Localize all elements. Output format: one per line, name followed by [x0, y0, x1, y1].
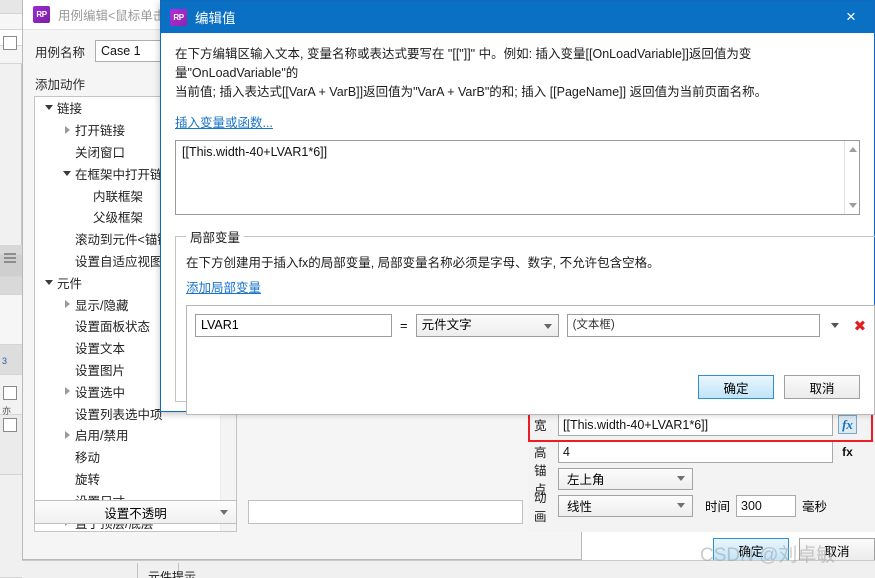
chevron-right-icon[interactable]	[59, 387, 75, 396]
action-tree-item-label: 设置文本	[75, 342, 126, 357]
dialog-description-line-1: 在下方编辑区输入文本, 变量名称或表达式要写在 "[["]]" 中。例如: 插入…	[175, 47, 752, 80]
panel-placeholder-icon	[3, 36, 17, 50]
status-separator	[137, 563, 138, 578]
action-tree-item-label: 关闭窗口	[75, 145, 126, 160]
action-tree-item-label: 设置面板状态	[75, 320, 151, 335]
duration-unit-label: 毫秒	[802, 500, 828, 514]
duration-input[interactable]: 300	[736, 494, 797, 517]
width-row: 宽 [[This.width-40+LVAR1*6]] fx	[528, 412, 875, 437]
bg-seg	[0, 277, 22, 295]
case-editor-ok-button[interactable]: 确定	[713, 538, 789, 562]
action-tree-item-label: 链接	[57, 102, 83, 117]
local-variable-target-input[interactable]: (文本框)	[566, 314, 820, 337]
height-fx-button[interactable]: fx	[838, 442, 857, 461]
bg-glyph: 亦	[2, 406, 12, 416]
animation-label: 动画	[534, 490, 547, 524]
panel-placeholder-icon	[3, 386, 17, 400]
background-app-strip: 3 亦	[0, 0, 22, 578]
action-tree-item[interactable]: 旋转	[35, 468, 236, 490]
bg-seg	[0, 295, 22, 345]
expression-editor[interactable]: [[This.width-40+LVAR1*6]]	[175, 140, 860, 215]
chevron-down-icon	[543, 324, 552, 329]
panel-placeholder-icon	[3, 418, 17, 432]
bg-seg	[0, 14, 22, 30]
chevron-down-icon	[220, 509, 228, 515]
width-fx-button[interactable]: fx	[838, 415, 857, 434]
width-label: 宽	[534, 419, 547, 433]
background-field-1[interactable]	[248, 500, 523, 524]
dialog-cancel-button[interactable]: 取消	[784, 375, 860, 399]
chevron-down-icon[interactable]	[41, 105, 57, 111]
action-tree-item-label: 内联框架	[93, 189, 144, 204]
animation-row: 动画 线性 时间 300 毫秒	[528, 491, 875, 524]
dialog-title: 编辑值	[195, 11, 236, 26]
scroll-down-icon[interactable]	[849, 203, 857, 208]
bg-seg	[0, 0, 22, 14]
chevron-down-icon	[677, 503, 685, 508]
case-editor-cancel-button[interactable]: 取消	[799, 538, 875, 562]
local-variables-legend: 局部变量	[190, 231, 241, 245]
action-tree-item-label: 显示/隐藏	[75, 298, 129, 313]
action-tree-item[interactable]: 启用/禁用	[35, 424, 236, 446]
equals-sign: =	[400, 318, 408, 333]
axure-logo-icon: RP	[33, 6, 50, 23]
chevron-right-icon[interactable]	[59, 430, 75, 439]
anchor-row: 锚点 左上角	[528, 464, 875, 497]
dialog-titlebar: RP 编辑值 ×	[161, 1, 874, 33]
duration-label: 时间	[705, 500, 731, 514]
case-name-label: 用例名称	[35, 45, 86, 60]
screen-root: 3 亦 RP 用例编辑<鼠标单击 时> 用例名称 Case 1 添加动作 链接打…	[0, 0, 875, 578]
action-tree-item[interactable]: 移动	[35, 446, 236, 468]
status-text: 元件提示	[148, 571, 197, 578]
animation-select[interactable]: 线性	[558, 494, 693, 517]
scroll-up-icon[interactable]	[849, 147, 857, 152]
local-variables-description: 在下方创建用于插入fx的局部变量, 局部变量名称必须是字母、数字, 不允许包含空…	[186, 256, 660, 270]
action-tree-item-label: 启用/禁用	[75, 429, 129, 444]
close-icon[interactable]: ×	[828, 1, 874, 33]
action-tree-item-label: 元件	[57, 276, 83, 291]
dialog-footer: 确定 取消	[698, 375, 860, 399]
local-variable-type-select[interactable]: 元件文字	[415, 314, 559, 337]
local-variable-name-input[interactable]: LVAR1	[195, 314, 392, 337]
anchor-select-value: 左上角	[567, 473, 605, 487]
dialog-description-line-2: 当前值; 插入表达式[[VarA + VarB]]返回值为"VarA + Var…	[175, 85, 768, 99]
chevron-down-icon	[677, 476, 685, 481]
local-variable-target-dropdown[interactable]	[828, 323, 842, 328]
set-opacity-combo-value: 设置不透明	[104, 506, 167, 521]
chevron-down-icon[interactable]	[59, 170, 75, 176]
expression-editor-scrollbar[interactable]	[844, 141, 859, 214]
edit-value-dialog: RP 编辑值 × 在下方编辑区输入文本, 变量名称或表达式要写在 "[["]]"…	[160, 0, 875, 415]
dialog-ok-button[interactable]: 确定	[698, 375, 774, 399]
action-tree-item-label: 设置图片	[75, 363, 126, 378]
local-variable-row: LVAR1 = 元件文字 (文本框) ✖	[195, 314, 866, 337]
size-properties-panel: 宽 [[This.width-40+LVAR1*6]] fx 高 4 fx 锚点…	[528, 412, 875, 532]
action-tree-item-label: 打开链接	[75, 124, 126, 139]
height-row: 高 4 fx	[528, 439, 875, 464]
bg-seg	[0, 475, 22, 578]
expression-editor-value: [[This.width-40+LVAR1*6]]	[182, 145, 328, 159]
width-input[interactable]: [[This.width-40+LVAR1*6]]	[558, 413, 833, 436]
chevron-right-icon[interactable]	[59, 300, 75, 309]
delete-local-variable-icon[interactable]: ✖	[854, 317, 867, 335]
axure-logo-icon: RP	[170, 8, 187, 26]
action-tree-item-label: 设置自适应视图	[75, 254, 163, 269]
add-local-variable-link[interactable]: 添加局部变量	[186, 277, 261, 296]
height-input[interactable]: 4	[558, 440, 833, 463]
dialog-body: 在下方编辑区输入文本, 变量名称或表达式要写在 "[["]]" 中。例如: 插入…	[161, 33, 875, 415]
action-tree-item-label: 旋转	[75, 472, 101, 487]
insert-variable-or-function-link[interactable]: 插入变量或函数...	[175, 112, 273, 131]
chevron-right-icon[interactable]	[59, 125, 75, 134]
action-tree-item-label: 设置列表选中项	[75, 407, 163, 422]
list-lines-icon	[4, 253, 16, 267]
action-tree-item-label: 设置选中	[75, 385, 126, 400]
chevron-down-icon[interactable]	[41, 279, 57, 285]
set-opacity-combo[interactable]: 设置不透明	[34, 500, 237, 524]
height-label: 高	[534, 446, 547, 460]
animation-select-value: 线性	[567, 500, 593, 514]
action-tree-item-label: 父级框架	[93, 211, 144, 226]
anchor-select[interactable]: 左上角	[558, 467, 693, 490]
local-variable-type-value: 元件文字	[421, 318, 472, 332]
action-tree-item-label: 移动	[75, 451, 101, 466]
bg-glyph: 3	[2, 356, 8, 366]
